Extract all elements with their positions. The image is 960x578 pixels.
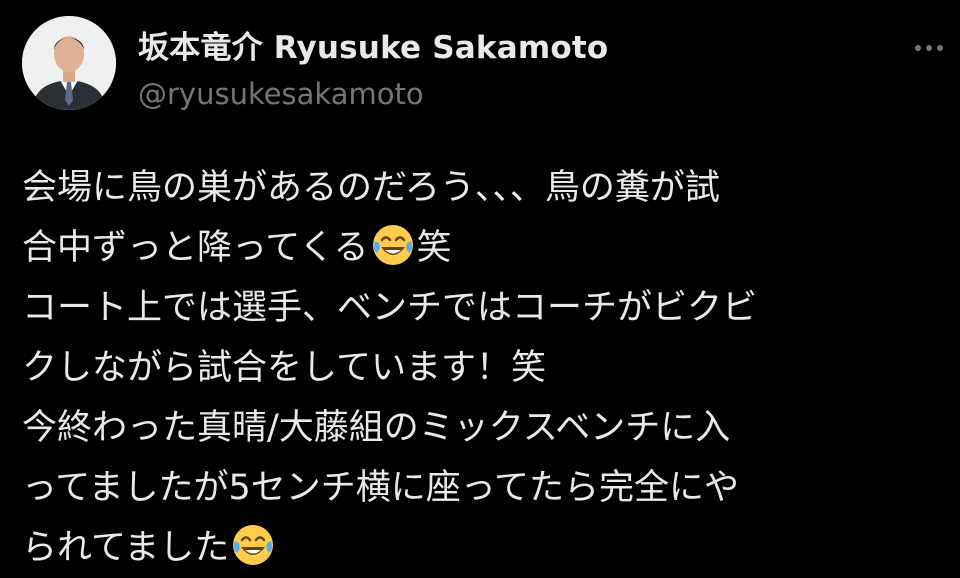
- display-name[interactable]: 坂本竜介 Ryusuke Sakamoto: [138, 22, 608, 67]
- tweet-line-text: コート上では選手、ベンチではコーチがビクビ: [22, 288, 758, 328]
- tweet-line: 会場に鳥の巣があるのだろう、、、鳥の糞が試: [22, 158, 952, 218]
- tweet-text: 会場に鳥の巣があるのだろう、、、鳥の糞が試 合中ずっと降ってくる 笑 コート上で…: [22, 158, 952, 578]
- tweet-header: 坂本竜介 Ryusuke Sakamoto @ryusukesakamoto: [22, 16, 960, 116]
- tweet-line: 今終わった真晴/大藤組のミックスベンチに入: [22, 398, 952, 458]
- more-dot: [926, 45, 932, 51]
- tweet-line: クしながら試合をしています！笑: [22, 338, 952, 398]
- tweet-line-text: 会場に鳥の巣があるのだろう、、、鳥の糞が試: [22, 168, 720, 208]
- tweet-line-text: ってましたが5センチ横に座ってたら完全にや: [22, 468, 740, 508]
- face-with-tears-of-joy-icon: [233, 525, 274, 565]
- more-options-icon[interactable]: [899, 28, 959, 68]
- tweet-line-text: られてました: [22, 528, 230, 568]
- handle[interactable]: @ryusukesakamoto: [138, 77, 608, 111]
- tweet-line: ってましたが5センチ横に座ってたら完全にや: [22, 458, 952, 518]
- tweet-line-text: クしながら試合をしています！笑: [22, 348, 546, 388]
- tweet-line: 合中ずっと降ってくる 笑: [22, 218, 952, 278]
- tweet-line: られてました: [22, 518, 952, 578]
- tweet-line-suffix: 笑: [416, 228, 452, 268]
- tweet-line-text: 今終わった真晴/大藤組のミックスベンチに入: [22, 408, 731, 448]
- tweet-line-text: 合中ずっと降ってくる: [22, 228, 369, 268]
- avatar[interactable]: [22, 16, 116, 110]
- author-names: 坂本竜介 Ryusuke Sakamoto @ryusukesakamoto: [138, 22, 608, 111]
- face-with-tears-of-joy-icon: [372, 225, 413, 265]
- profile-photo-icon: [22, 16, 116, 110]
- tweet-line: コート上では選手、ベンチではコーチがビクビ: [22, 278, 952, 338]
- more-dot: [937, 45, 943, 51]
- more-dot: [915, 45, 921, 51]
